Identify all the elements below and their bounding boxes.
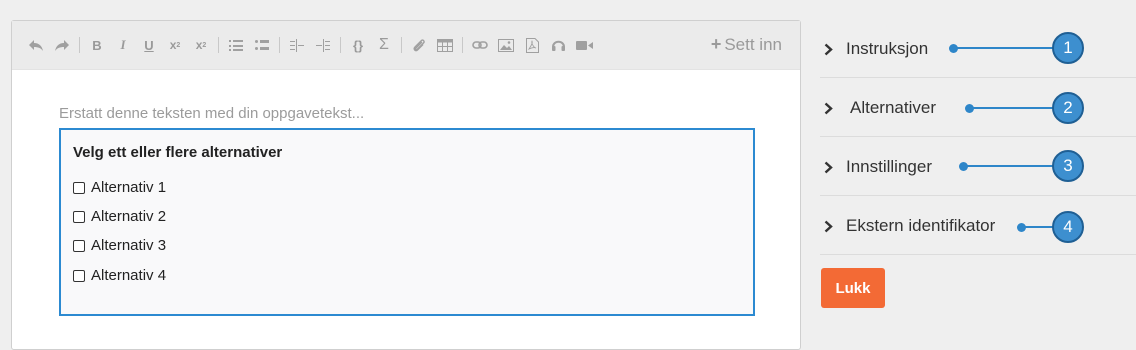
- toolbar-divider: [279, 37, 280, 53]
- panel-item-ekstern-identifikator[interactable]: Ekstern identifikator: [820, 198, 1136, 255]
- audio-icon[interactable]: [548, 35, 568, 55]
- chevron-right-icon: [824, 220, 838, 233]
- link-icon[interactable]: [470, 35, 490, 55]
- chevron-right-icon: [824, 102, 838, 115]
- callout-badge: 2: [1052, 92, 1084, 124]
- option-label: Alternativ 3: [91, 237, 167, 254]
- close-button[interactable]: Lukk: [821, 268, 885, 308]
- undo-icon[interactable]: [26, 35, 46, 55]
- italic-icon[interactable]: I: [113, 35, 133, 55]
- callout-line: [1022, 226, 1054, 228]
- toolbar-divider: [340, 37, 341, 53]
- checkbox[interactable]: [73, 269, 85, 282]
- option-item[interactable]: Alternativ 1: [73, 179, 166, 196]
- video-icon[interactable]: [574, 35, 594, 55]
- bullet-list-icon[interactable]: [252, 35, 272, 55]
- checkbox[interactable]: [73, 239, 85, 252]
- editor-toolbar: B I U x2 x2 {} Σ + Sett inn: [12, 21, 800, 70]
- chevron-right-icon: [824, 43, 838, 56]
- panel-item-innstillinger[interactable]: Innstillinger: [820, 139, 1136, 196]
- callout-badge: 4: [1052, 211, 1084, 243]
- callout-line: [970, 107, 1054, 109]
- toolbar-divider: [218, 37, 219, 53]
- table-icon[interactable]: [435, 35, 455, 55]
- plus-icon: +: [710, 34, 722, 54]
- bold-icon[interactable]: B: [87, 35, 107, 55]
- option-item[interactable]: Alternativ 2: [73, 208, 166, 225]
- option-label: Alternativ 2: [91, 208, 167, 225]
- toolbar-divider: [401, 37, 402, 53]
- option-item[interactable]: Alternativ 4: [73, 267, 166, 284]
- checkbox[interactable]: [73, 181, 85, 194]
- indent-icon[interactable]: [313, 35, 333, 55]
- question-block[interactable]: Velg ett eller flere alternativer Altern…: [59, 128, 755, 316]
- panel-item-instruksjon[interactable]: Instruksjon: [820, 21, 1136, 78]
- checkbox[interactable]: [73, 210, 85, 223]
- rich-text-editor: B I U x2 x2 {} Σ + Sett inn Erstatt denn…: [11, 20, 801, 350]
- image-icon[interactable]: [496, 35, 516, 55]
- panel-item-label: Alternativer: [850, 98, 936, 117]
- underline-icon[interactable]: U: [139, 35, 159, 55]
- attachment-icon[interactable]: [409, 35, 429, 55]
- toolbar-divider: [79, 37, 80, 53]
- sigma-icon[interactable]: Σ: [374, 35, 394, 55]
- redo-icon[interactable]: [52, 35, 72, 55]
- editor-placeholder[interactable]: Erstatt denne teksten med din oppgavetek…: [59, 105, 364, 122]
- option-label: Alternativ 4: [91, 267, 167, 284]
- toolbar-divider: [462, 37, 463, 53]
- option-item[interactable]: Alternativ 3: [73, 237, 166, 254]
- outdent-icon[interactable]: [287, 35, 307, 55]
- superscript-icon[interactable]: x2: [191, 35, 211, 55]
- option-label: Alternativ 1: [91, 179, 167, 196]
- panel-item-label: Innstillinger: [846, 157, 932, 176]
- insert-button[interactable]: + Sett inn: [711, 34, 782, 55]
- pdf-icon[interactable]: [522, 35, 542, 55]
- chevron-right-icon: [824, 161, 838, 174]
- insert-label: Sett inn: [724, 34, 782, 54]
- panel-item-label: Ekstern identifikator: [846, 216, 996, 235]
- ordered-list-icon[interactable]: [226, 35, 246, 55]
- callout-badge: 1: [1052, 32, 1084, 64]
- callout-line: [964, 165, 1054, 167]
- callout-badge: 3: [1052, 150, 1084, 182]
- panel-item-label: Instruksjon: [846, 39, 929, 58]
- code-icon[interactable]: {}: [348, 35, 368, 55]
- question-title: Velg ett eller flere alternativer: [73, 144, 283, 161]
- subscript-icon[interactable]: x2: [165, 35, 185, 55]
- callout-line: [954, 47, 1054, 49]
